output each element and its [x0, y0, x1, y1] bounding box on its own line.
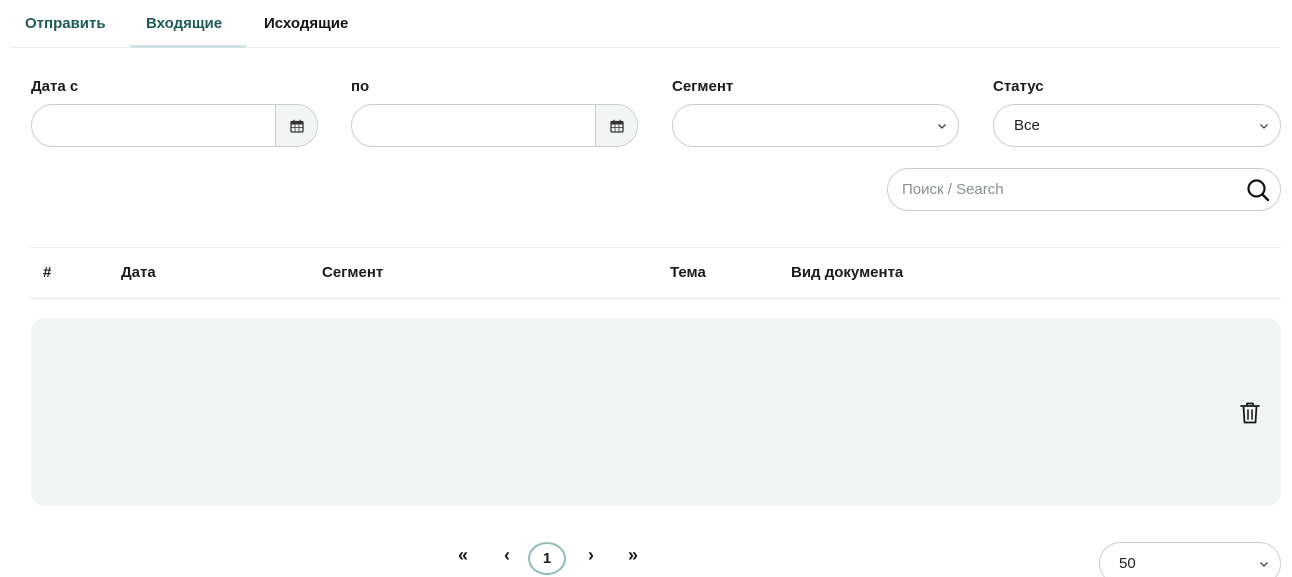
column-header-date: Дата — [121, 264, 156, 281]
date-from-input[interactable] — [32, 105, 276, 146]
date-to-label: по — [351, 78, 370, 95]
date-to-calendar-button[interactable] — [595, 105, 637, 146]
status-select-value: Все — [1014, 117, 1040, 134]
pagination-prev-button[interactable]: ‹ — [499, 545, 515, 566]
date-to-input[interactable] — [352, 105, 596, 146]
table-row — [31, 318, 1281, 506]
calendar-icon — [609, 119, 624, 133]
tab-outgoing[interactable]: Исходящие — [248, 14, 364, 48]
pagination-last-button[interactable]: » — [625, 545, 641, 566]
segment-label: Сегмент — [672, 78, 734, 95]
column-header-segment: Сегмент — [322, 264, 384, 281]
search-icon[interactable] — [1246, 178, 1270, 202]
date-from-calendar-button[interactable] — [275, 105, 317, 146]
pagination-current-page[interactable]: 1 — [528, 542, 566, 575]
column-header-document-type: Вид документа — [791, 264, 904, 281]
tab-bar: Отправить Входящие Исходящие — [10, 0, 1280, 48]
trash-icon[interactable] — [1239, 401, 1261, 425]
column-header-number: # — [43, 264, 52, 281]
chevron-down-icon — [938, 124, 946, 129]
tab-send[interactable]: Отправить — [10, 14, 122, 48]
column-header-subject: Тема — [670, 264, 706, 281]
status-select[interactable]: Все — [993, 104, 1281, 147]
segment-select[interactable] — [672, 104, 959, 147]
table-header: # Дата Сегмент Тема Вид документа — [30, 247, 1281, 299]
chevron-down-icon — [1260, 124, 1268, 129]
per-page-value: 50 — [1119, 555, 1136, 572]
date-from-field — [31, 104, 318, 147]
calendar-icon — [289, 119, 304, 133]
status-label: Статус — [993, 78, 1044, 95]
pagination-first-button[interactable]: « — [455, 545, 471, 566]
tab-incoming[interactable]: Входящие — [130, 14, 246, 48]
search-box — [887, 168, 1281, 211]
search-input[interactable] — [888, 169, 1218, 210]
per-page-select[interactable]: 50 — [1099, 542, 1281, 577]
pagination-next-button[interactable]: › — [583, 545, 599, 566]
chevron-down-icon — [1260, 562, 1268, 567]
date-to-field — [351, 104, 638, 147]
date-from-label: Дата с — [31, 78, 79, 95]
